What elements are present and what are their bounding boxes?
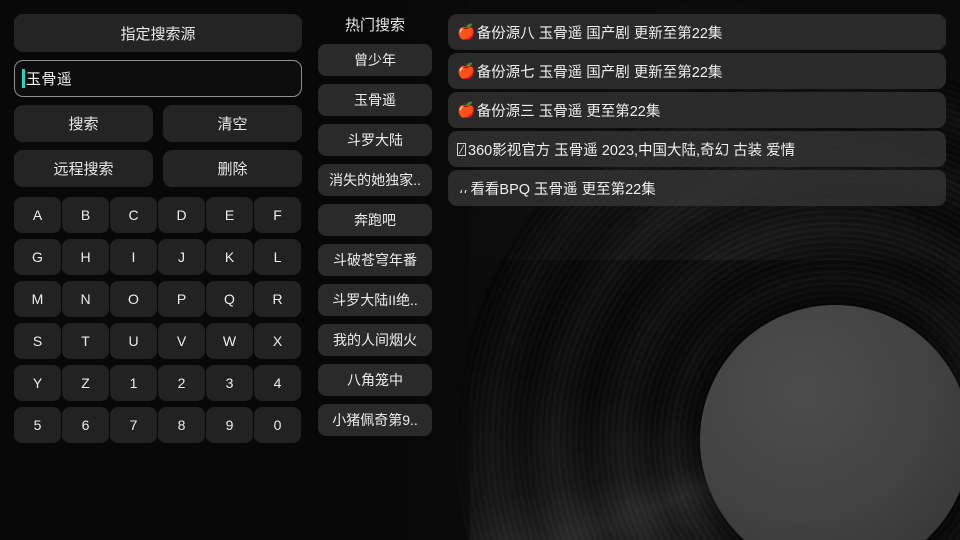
hot-search-item[interactable]: 消失的她独家.. [318, 164, 432, 196]
key-h[interactable]: H [62, 239, 109, 275]
result-row-text: 备份源三 玉骨遥 更至第22集 [476, 103, 661, 120]
key-s[interactable]: S [14, 323, 61, 359]
result-row-text: 备份源八 玉骨遥 国产剧 更新至第22集 [476, 25, 723, 42]
hot-search-item[interactable]: 小猪佩奇第9.. [318, 404, 432, 436]
key-3[interactable]: 3 [206, 365, 253, 401]
key-i[interactable]: I [110, 239, 157, 275]
result-row[interactable]: 360影视官方 玉骨遥 2023,中国大陆,奇幻 古装 爱情 [448, 131, 946, 167]
hot-search-item[interactable]: 玉骨遥 [318, 84, 432, 116]
key-r[interactable]: R [254, 281, 301, 317]
onscreen-keypad: ABCDEF GHIJKL MNOPQR STUVWX YZ1234 567890 [14, 197, 302, 443]
search-button[interactable]: 搜索 [14, 105, 153, 142]
key-y[interactable]: Y [14, 365, 61, 401]
key-7[interactable]: 7 [110, 407, 157, 443]
key-0[interactable]: 0 [254, 407, 301, 443]
key-o[interactable]: O [110, 281, 157, 317]
apple-icon: 🍎 [457, 62, 476, 80]
hot-search-list: 曾少年玉骨遥斗罗大陆消失的她独家.. 奔跑吧斗破苍穹年番 斗罗大陆II绝.. 我的人间… [318, 44, 432, 436]
key-4[interactable]: 4 [254, 365, 301, 401]
key-2[interactable]: 2 [158, 365, 205, 401]
quote-marks-icon: ،، [459, 180, 468, 196]
clear-button[interactable]: 清空 [163, 105, 302, 142]
result-row-text: 360影视官方 玉骨遥 2023,中国大陆,奇幻 古装 爱情 [468, 142, 796, 159]
key-k[interactable]: K [206, 239, 253, 275]
specify-search-source-button[interactable]: 指定搜索源 [14, 14, 302, 52]
key-c[interactable]: C [110, 197, 157, 233]
key-a[interactable]: A [14, 197, 61, 233]
hot-search-item[interactable]: 八角笼中 [318, 364, 432, 396]
key-d[interactable]: D [158, 197, 205, 233]
key-n[interactable]: N [62, 281, 109, 317]
key-w[interactable]: W [206, 323, 253, 359]
result-row[interactable]: ،، 看看BPQ 玉骨遥 更至第22集 [448, 170, 946, 206]
key-9[interactable]: 9 [206, 407, 253, 443]
text-caret [22, 69, 25, 88]
key-p[interactable]: P [158, 281, 205, 317]
specify-search-source-label: 指定搜索源 [120, 25, 196, 43]
key-6[interactable]: 6 [62, 407, 109, 443]
delete-button[interactable]: 删除 [163, 150, 302, 187]
remote-search-button[interactable]: 远程搜索 [14, 150, 153, 187]
key-v[interactable]: V [158, 323, 205, 359]
result-row-text: 看看BPQ 玉骨遥 更至第22集 [470, 181, 656, 198]
hot-search-item[interactable]: 斗破苍穹年番 [318, 244, 432, 276]
key-z[interactable]: Z [62, 365, 109, 401]
key-f[interactable]: F [254, 197, 301, 233]
missing-glyph-icon [457, 142, 466, 156]
key-5[interactable]: 5 [14, 407, 61, 443]
search-button-label: 搜索 [68, 116, 99, 133]
key-x[interactable]: X [254, 323, 301, 359]
key-t[interactable]: T [62, 323, 109, 359]
hot-search-item[interactable]: 我的人间烟火 [318, 324, 432, 356]
key-1[interactable]: 1 [110, 365, 157, 401]
apple-icon: 🍎 [457, 23, 476, 41]
result-row-text: 备份源七 玉骨遥 国产剧 更新至第22集 [476, 64, 723, 81]
result-row[interactable]: 🍎 备份源三 玉骨遥 更至第22集 [448, 92, 946, 128]
hot-search-title: 热门搜索 [344, 16, 405, 34]
delete-button-label: 删除 [217, 161, 248, 178]
search-controls-panel: 指定搜索源 玉骨遥 搜索 清空 远程搜索 删除 A B C D E F G H … [14, 14, 302, 443]
result-row[interactable]: 🍎 备份源八 玉骨遥 国产剧 更新至第22集 [448, 14, 946, 50]
hot-search-item[interactable]: 斗罗大陆II绝.. [318, 284, 432, 316]
key-b[interactable]: B [62, 197, 109, 233]
key-e[interactable]: E [206, 197, 253, 233]
apple-icon: 🍎 [457, 101, 476, 119]
search-input-value: 玉骨遥 [26, 71, 73, 88]
result-row[interactable]: 🍎 备份源七 玉骨遥 国产剧 更新至第22集 [448, 53, 946, 89]
secondary-action-row: 远程搜索 删除 [14, 150, 302, 187]
hot-search-item[interactable]: 奔跑吧 [318, 204, 432, 236]
key-g[interactable]: G [14, 239, 61, 275]
key-u[interactable]: U [110, 323, 157, 359]
primary-action-row: 搜索 清空 [14, 105, 302, 142]
key-j[interactable]: J [158, 239, 205, 275]
key-l[interactable]: L [254, 239, 301, 275]
hot-search-panel: 热门搜索 曾少年玉骨遥斗罗大陆消失的她独家.. 奔跑吧斗破苍穹年番 斗罗大陆II绝.… [318, 12, 432, 444]
key-8[interactable]: 8 [158, 407, 205, 443]
search-screen: 指定搜索源 玉骨遥 搜索 清空 远程搜索 删除 A B C D E F G H … [0, 0, 960, 540]
clear-button-label: 清空 [217, 116, 248, 133]
search-results-list: 🍎 备份源八 玉骨遥 国产剧 更新至第22集 🍎 备份源七 玉骨遥 国产剧 更新至第2… [448, 14, 946, 209]
key-m[interactable]: M [14, 281, 61, 317]
remote-search-button-label: 远程搜索 [53, 161, 114, 178]
hot-search-item[interactable]: 曾少年 [318, 44, 432, 76]
key-q[interactable]: Q [206, 281, 253, 317]
hot-search-item[interactable]: 斗罗大陆 [318, 124, 432, 156]
search-input[interactable]: 玉骨遥 [14, 60, 302, 97]
